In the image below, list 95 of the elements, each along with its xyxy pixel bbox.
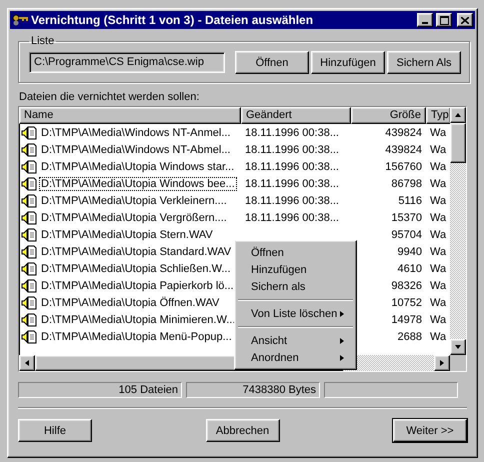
menu-item[interactable]: Ansicht (237, 332, 354, 349)
file-name[interactable]: D:\TMP\A\Media\Windows NT-Abmel... (39, 142, 232, 156)
close-icon (461, 16, 469, 24)
list-button[interactable]: Hinzufügen (311, 51, 385, 74)
column-header[interactable]: Geändert (241, 107, 351, 124)
file-name[interactable]: D:\TMP\A\Media\Utopia Windows bee... (39, 176, 237, 190)
file-name[interactable]: D:\TMP\A\Media\Utopia Vergrößern.... (39, 210, 229, 224)
size-cell-text: 14978 (390, 314, 423, 326)
file-name[interactable]: D:\TMP\A\Media\Utopia Windows star... (39, 160, 236, 174)
type-cell-text: Wa (429, 126, 448, 138)
type-cell-text: Wa (429, 194, 448, 206)
scroll-right-icon (438, 359, 446, 367)
minimize-button[interactable] (417, 13, 433, 27)
size-cell-text: 10752 (390, 296, 423, 308)
menu-item[interactable]: Hinzufügen (237, 261, 354, 278)
sound-file-icon (21, 244, 37, 258)
date-cell-text: 18.11.1996 00:38... (244, 144, 340, 156)
menu-item[interactable]: Anordnen (237, 349, 354, 366)
file-name[interactable]: D:\TMP\A\Media\Utopia Papierkorb lö... (39, 278, 236, 292)
type-cell-text: Wa (429, 314, 448, 326)
sound-file-icon (21, 210, 37, 224)
menu-item[interactable]: Von Liste löschen (237, 305, 354, 322)
sound-file-icon (21, 126, 37, 140)
submenu-arrow-icon (338, 336, 346, 344)
menu-item[interactable]: Öffnen (237, 244, 354, 261)
size-cell-text: 86798 (390, 178, 423, 190)
dialog-button[interactable]: Hilfe (18, 419, 92, 442)
type-cell-text: Wa (429, 330, 448, 342)
size-cell-text: 9940 (396, 246, 423, 258)
status-panel: 105 Dateien (18, 382, 182, 398)
type-cell-text: Wa (429, 280, 448, 292)
type-cell-text: Wa (429, 262, 448, 274)
sound-file-icon (21, 330, 37, 344)
size-cell-text: 15370 (390, 212, 423, 224)
maximize-icon (440, 16, 448, 24)
sound-file-icon (21, 296, 37, 310)
submenu-arrow-icon (338, 354, 346, 362)
scroll-down-icon (454, 343, 462, 351)
sound-file-icon (21, 142, 37, 156)
sound-file-icon (21, 262, 37, 276)
type-cell-text: Wa (429, 246, 448, 258)
key-icon (12, 13, 28, 27)
column-header[interactable]: Typ (426, 107, 450, 124)
scroll-left-icon (23, 359, 31, 367)
type-cell-text: Wa (429, 228, 448, 240)
list-button[interactable]: Öffnen (235, 51, 309, 74)
window-title: Vernichtung (Schritt 1 von 3) - Dateien auswählen (31, 13, 314, 27)
type-cell-text: Wa (429, 178, 448, 190)
scroll-up-icon (454, 111, 462, 119)
file-name[interactable]: D:\TMP\A\Media\Utopia Stern.WAV (39, 228, 215, 242)
file-name[interactable]: D:\TMP\A\Media\Utopia Öffnen.WAV (39, 296, 222, 310)
status-panel: 7438380 Bytes (186, 382, 320, 398)
vertical-scrollbar[interactable] (450, 107, 466, 355)
date-cell-text: 18.11.1996 00:38... (244, 212, 340, 224)
submenu-arrow-icon (338, 310, 346, 318)
column-header[interactable]: Name (19, 107, 241, 124)
size-cell-text: 4610 (396, 262, 423, 274)
date-cell-text: 18.11.1996 00:38... (244, 194, 340, 206)
maximize-button[interactable] (436, 13, 452, 27)
dialog-button[interactable]: Abbrechen (206, 419, 280, 442)
file-name[interactable]: D:\TMP\A\Media\Utopia Schließen.W... (39, 262, 233, 276)
sound-file-icon (21, 194, 37, 208)
dialog-button[interactable]: Weiter >> (393, 419, 467, 442)
group-label: Liste (30, 35, 56, 47)
size-cell-text: 439824 (384, 144, 423, 156)
scroll-thumb[interactable] (450, 123, 466, 163)
size-cell-text: 5116 (397, 194, 423, 206)
size-cell-text: 439824 (384, 126, 423, 138)
file-name[interactable]: D:\TMP\A\Media\Utopia Verkleinern.... (39, 194, 229, 208)
type-cell-text: Wa (429, 296, 448, 308)
files-label: Dateien die vernichtet werden sollen: (19, 91, 200, 103)
type-cell-text: Wa (429, 212, 448, 224)
sound-file-icon (21, 312, 37, 326)
date-cell-text: 18.11.1996 00:38... (244, 126, 340, 138)
file-name[interactable]: D:\TMP\A\Media\Windows NT-Anmel... (39, 126, 232, 140)
sound-file-icon (21, 278, 37, 292)
size-cell-text: 2688 (396, 330, 423, 342)
sound-file-icon (21, 160, 37, 174)
date-cell-text: 18.11.1996 00:38... (244, 178, 340, 190)
type-cell-text: Wa (429, 160, 448, 172)
sound-file-icon (21, 176, 37, 190)
path-field[interactable]: C:\Programme\CS Enigma\cse.wip (29, 52, 225, 73)
file-name[interactable]: D:\TMP\A\Media\Utopia Menü-Popup... (39, 330, 234, 344)
close-button[interactable] (457, 13, 473, 27)
size-cell-text: 98326 (390, 280, 423, 292)
list-button[interactable]: Sichern Als (387, 51, 461, 74)
sound-file-icon (21, 228, 37, 242)
date-cell-text: 18.11.1996 00:38... (244, 160, 340, 172)
column-header[interactable]: Größe (351, 107, 426, 124)
file-name[interactable]: D:\TMP\A\Media\Utopia Minimieren.W... (39, 312, 238, 326)
type-cell-text: Wa (429, 144, 448, 156)
menu-item[interactable]: Sichern als (237, 278, 354, 295)
size-cell-text: 156760 (384, 160, 423, 172)
file-name[interactable]: D:\TMP\A\Media\Utopia Standard.WAV (39, 244, 234, 258)
size-cell-text: 95704 (390, 228, 423, 240)
